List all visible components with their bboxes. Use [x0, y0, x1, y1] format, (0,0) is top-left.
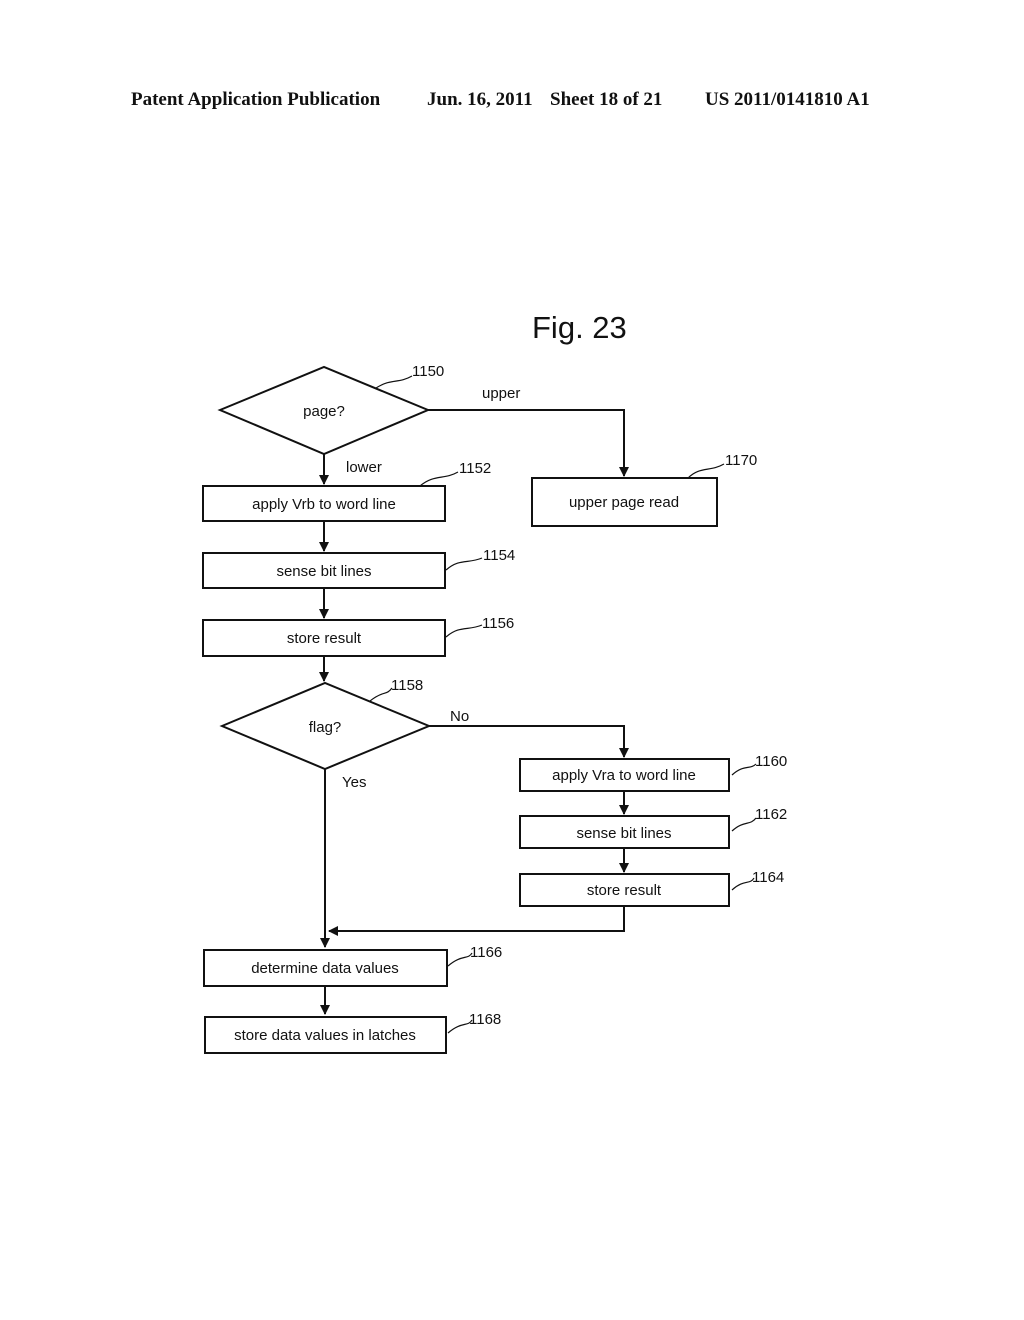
ref-number: 1158: [391, 677, 423, 694]
edge-1164-merge: [328, 906, 625, 936]
ref-leader: [731, 817, 757, 832]
decision-1158: flag? 1158: [219, 677, 432, 771]
process-label: upper page read: [569, 494, 679, 511]
process-label: store data values in latches: [234, 1027, 416, 1044]
ref-leader: [369, 687, 393, 702]
ref-leader: [419, 471, 459, 487]
edge-label-lower: lower: [346, 459, 382, 476]
process-1164: store result 1164: [519, 869, 784, 907]
process-1160: apply Vra to word line 1160: [519, 753, 787, 792]
ref-leader: [375, 375, 413, 389]
ref-number: 1150: [412, 363, 444, 380]
process-label: store result: [287, 630, 362, 647]
process-1166: determine data values 1166: [203, 944, 502, 987]
edge-no: [429, 725, 629, 758]
process-1170: upper page read 1170: [531, 452, 757, 527]
edge-label-no: No: [450, 708, 469, 725]
ref-leader: [445, 557, 483, 571]
process-label: apply Vrb to word line: [252, 496, 396, 513]
process-1154: sense bit lines 1154: [202, 547, 515, 589]
process-1156: store result 1156: [202, 615, 514, 657]
edge-label-upper: upper: [482, 385, 520, 402]
process-label: determine data values: [251, 960, 399, 977]
ref-leader: [731, 763, 757, 776]
edge-upper: [428, 409, 629, 477]
ref-leader: [447, 952, 473, 967]
decision-1150: page? 1150: [217, 363, 444, 456]
decision-label: page?: [303, 403, 345, 420]
edge-label-yes: Yes: [342, 774, 366, 791]
ref-leader: [445, 624, 483, 638]
ref-number: 1170: [725, 452, 757, 469]
flowchart: Fig. 23 page? 1150 upper upper page read…: [202, 310, 787, 1054]
ref-number: 1160: [755, 753, 787, 770]
ref-number: 1154: [483, 547, 515, 564]
ref-number: 1156: [482, 615, 514, 632]
ref-number: 1168: [469, 1011, 501, 1028]
ref-leader: [731, 877, 755, 891]
ref-leader: [687, 463, 725, 479]
process-label: sense bit lines: [276, 563, 371, 580]
ref-number: 1164: [752, 869, 784, 886]
ref-number: 1162: [755, 806, 787, 823]
process-label: store result: [587, 882, 662, 899]
process-1168: store data values in latches 1168: [204, 1011, 501, 1054]
process-label: sense bit lines: [576, 825, 671, 842]
decision-label: flag?: [309, 719, 342, 736]
process-1162: sense bit lines 1162: [519, 806, 787, 849]
ref-number: 1166: [470, 944, 502, 961]
figure-title: Fig. 23: [532, 310, 627, 345]
process-label: apply Vra to word line: [552, 767, 696, 784]
ref-number: 1152: [459, 460, 491, 477]
